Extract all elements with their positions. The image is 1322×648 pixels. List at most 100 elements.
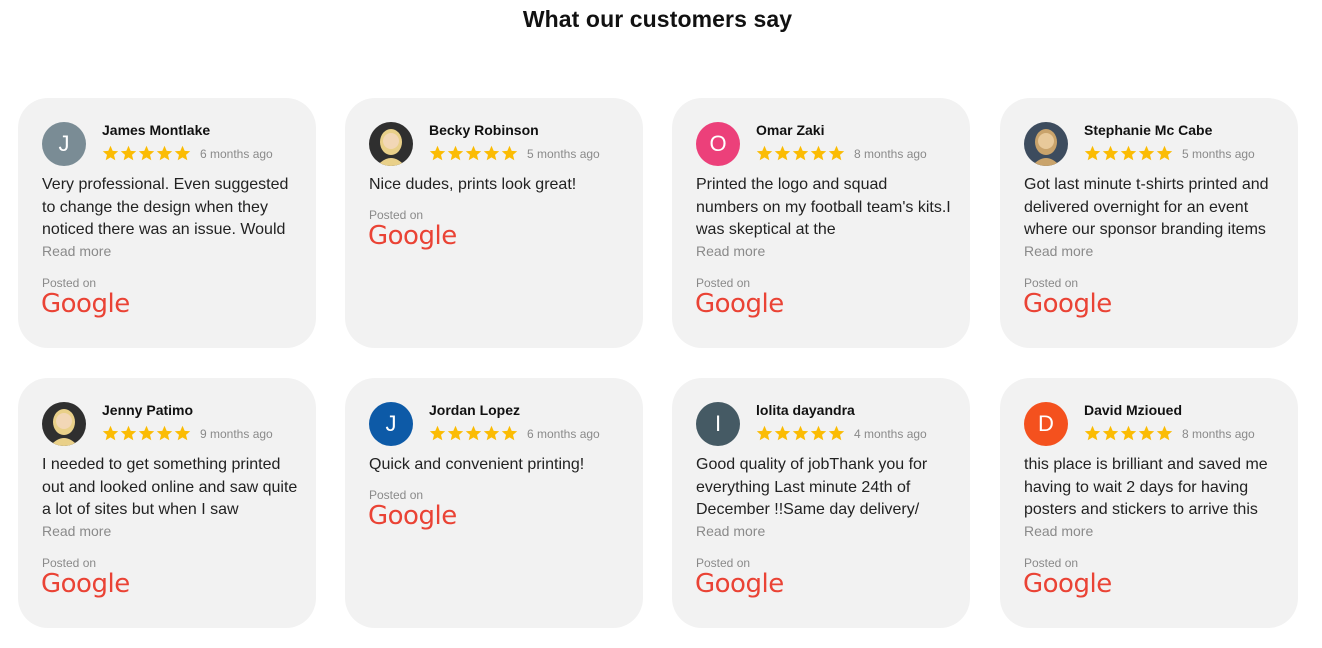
posted-on-label: Posted on	[1024, 276, 1079, 290]
review-time: 5 months ago	[1182, 147, 1255, 161]
reviewer-avatar: J	[42, 122, 86, 166]
star-icon	[174, 145, 191, 161]
avatar-initial: D	[1038, 411, 1054, 436]
read-more-link[interactable]: Read more	[42, 243, 111, 259]
star-rating	[429, 425, 518, 442]
posted-on-label: Posted on	[696, 556, 751, 570]
reviewer-avatar: O	[696, 122, 740, 166]
star-icon	[810, 425, 827, 441]
google-logo: Google	[695, 569, 784, 599]
read-more-link[interactable]: Read more	[1024, 523, 1093, 539]
star-icon	[483, 145, 500, 161]
review-card: Becky Robinson 5 months ago Nice dudes, pr…	[345, 98, 643, 348]
star-icon	[1084, 425, 1101, 441]
google-logo: Google	[1023, 289, 1112, 319]
google-logo: Google	[41, 289, 130, 319]
reviewer-avatar: I	[696, 402, 740, 446]
posted-on-label: Posted on	[1024, 556, 1079, 570]
review-text: Good quality of jobThank you for everyth…	[696, 456, 928, 518]
star-icon	[429, 145, 446, 161]
review-time: 8 months ago	[854, 147, 927, 161]
star-icon	[465, 145, 482, 161]
google-logo: Google	[368, 501, 457, 531]
user-photo-icon	[42, 402, 86, 446]
star-icon	[1156, 425, 1173, 441]
star-icon	[102, 425, 119, 441]
posted-on-label: Posted on	[696, 276, 751, 290]
star-icon	[102, 145, 119, 161]
reviewer-avatar: D	[1024, 402, 1068, 446]
star-icon	[138, 145, 155, 161]
star-icon	[1102, 145, 1119, 161]
google-logo: Google	[41, 569, 130, 599]
read-more-link[interactable]: Read more	[696, 523, 765, 539]
reviews-grid: J James Montlake 6 months ago Very professi…	[0, 0, 1322, 648]
review-card: Stephanie Mc Cabe 5 months ago Got last mi…	[1000, 98, 1298, 348]
star-icon	[156, 425, 173, 441]
star-icon	[1102, 425, 1119, 441]
review-text: I needed to get something printed out an…	[42, 456, 298, 518]
reviewer-name: Becky Robinson	[429, 122, 539, 138]
reviewer-avatar	[369, 122, 413, 166]
star-icon	[465, 425, 482, 441]
star-icon	[828, 425, 845, 441]
star-icon	[138, 425, 155, 441]
review-text: Nice dudes, prints look great!	[369, 176, 577, 193]
avatar-initial: J	[58, 131, 70, 156]
review-time: 4 months ago	[854, 427, 927, 441]
review-text: Printed the logo and squad numbers on my…	[696, 176, 951, 238]
review-time: 6 months ago	[527, 427, 600, 441]
star-icon	[447, 145, 464, 161]
read-more-link[interactable]: Read more	[696, 243, 765, 259]
star-rating	[756, 145, 845, 162]
user-photo-icon	[1024, 122, 1068, 166]
reviewer-name: Jordan Lopez	[429, 402, 521, 418]
review-time: 9 months ago	[200, 427, 273, 441]
star-icon	[1120, 425, 1137, 441]
star-icon	[501, 425, 518, 441]
reviewer-name: Jenny Patimo	[102, 402, 194, 418]
star-icon	[756, 145, 773, 161]
user-photo-icon	[369, 122, 413, 166]
review-card: J Jordan Lopez 6 months ago Quick and conve…	[345, 378, 643, 628]
posted-on-label: Posted on	[42, 556, 97, 570]
reviewer-name: James Montlake	[102, 122, 211, 138]
review-card: J James Montlake 6 months ago Very professi…	[18, 98, 316, 348]
posted-on-label: Posted on	[369, 488, 424, 502]
star-rating	[102, 145, 191, 162]
star-icon	[756, 425, 773, 441]
read-more-link[interactable]: Read more	[1024, 243, 1093, 259]
review-text: Quick and convenient printing!	[369, 456, 585, 473]
reviewer-avatar: J	[369, 402, 413, 446]
star-icon	[120, 425, 137, 441]
posted-on-label: Posted on	[42, 276, 97, 290]
reviewer-name: Omar Zaki	[756, 122, 825, 138]
avatar-initial: O	[709, 131, 727, 156]
review-text: this place is brilliant and saved me hav…	[1024, 456, 1268, 518]
star-icon	[792, 425, 809, 441]
review-card: D David Mzioued 8 months ago this place is …	[1000, 378, 1298, 628]
star-icon	[1138, 425, 1155, 441]
reviewer-name: Stephanie Mc Cabe	[1084, 122, 1213, 138]
star-icon	[828, 145, 845, 161]
review-time: 6 months ago	[200, 147, 273, 161]
review-time: 5 months ago	[527, 147, 600, 161]
review-card: O Omar Zaki 8 months ago Printed the logo a…	[672, 98, 970, 348]
star-rating	[1084, 145, 1173, 162]
star-icon	[429, 425, 446, 441]
review-card: Jenny Patimo 9 months ago I needed to get …	[18, 378, 316, 628]
star-icon	[156, 145, 173, 161]
review-text: Got last minute t-shirts printed and del…	[1024, 176, 1269, 238]
review-card: Ilolita dayandra 4 months ago Good quality…	[672, 378, 970, 628]
star-rating	[429, 145, 518, 162]
google-logo: Google	[1023, 569, 1112, 599]
star-icon	[501, 145, 518, 161]
star-icon	[1138, 145, 1155, 161]
read-more-link[interactable]: Read more	[42, 523, 111, 539]
star-rating	[1084, 425, 1173, 442]
star-icon	[120, 145, 137, 161]
star-icon	[1156, 145, 1173, 161]
avatar-initial: I	[714, 411, 722, 436]
google-logo: Google	[695, 289, 784, 319]
reviewer-avatar	[42, 402, 86, 446]
